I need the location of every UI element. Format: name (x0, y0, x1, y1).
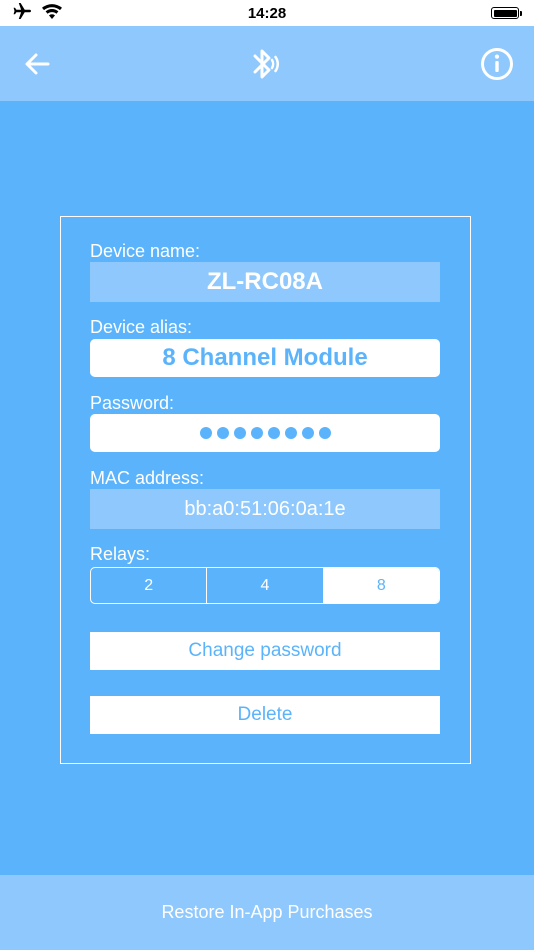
password-dot (250, 427, 263, 439)
delete-button[interactable]: Delete (90, 696, 440, 734)
password-dot (284, 427, 297, 439)
battery-icon (491, 7, 522, 19)
mac-address-label: MAC address: (90, 468, 205, 488)
change-password-button[interactable]: Change password (90, 632, 440, 670)
password-dot (301, 427, 314, 439)
restore-purchases-button[interactable]: Restore In-App Purchases (0, 875, 534, 950)
device-alias-field[interactable]: 8 Channel Module (90, 339, 440, 377)
relay-option-4[interactable]: 4 (206, 568, 322, 603)
mac-address-value: bb:a0:51:06:0a:1e (90, 489, 440, 529)
wifi-icon (42, 3, 62, 23)
relays-label: Relays: (90, 544, 151, 564)
device-name-value: ZL-RC08A (90, 262, 440, 302)
password-dot (216, 427, 229, 439)
relay-option-8[interactable]: 8 (322, 568, 439, 603)
info-icon[interactable] (477, 44, 517, 84)
password-dot (199, 427, 212, 439)
status-time: 14:28 (247, 4, 287, 22)
device-alias-label: Device alias: (90, 317, 193, 337)
relay-option-2[interactable]: 2 (91, 568, 206, 603)
nav-bar (0, 26, 534, 101)
password-field[interactable] (90, 414, 440, 452)
arrow-left-icon[interactable] (17, 44, 57, 84)
password-dot (233, 427, 246, 439)
password-dot (318, 427, 331, 439)
status-left-icons (12, 3, 62, 23)
device-settings-card: Device name: ZL-RC08A Device alias: 8 Ch… (60, 216, 471, 764)
relays-segmented-control: 2 4 8 (90, 567, 440, 604)
password-dot (267, 427, 280, 439)
airplane-icon (12, 3, 32, 23)
device-name-label: Device name: (90, 241, 201, 261)
bluetooth-audio-icon (245, 44, 285, 84)
status-bar: 14:28 (0, 0, 534, 26)
password-label: Password: (90, 393, 175, 413)
password-mask (199, 427, 331, 439)
